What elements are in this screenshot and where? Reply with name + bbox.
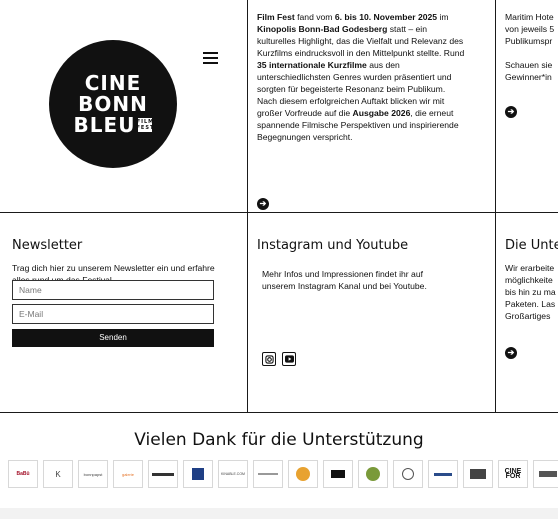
social-title: Instagram und Youtube — [257, 238, 409, 253]
hamburger-menu-button[interactable] — [200, 50, 218, 64]
sponsor-logo-3[interactable]: bonnpapst — [78, 460, 108, 488]
social-text: Mehr Infos und Impressionen findet ihr a… — [262, 269, 427, 291]
festival-text-1: Film Fest — [257, 12, 295, 22]
services-text: Wir erarbeite möglichkeite bis hin zu ma… — [505, 262, 558, 322]
sponsor-mark-8 — [258, 473, 278, 475]
sponsor-logo-9[interactable] — [288, 460, 318, 488]
hamburger-menu-icon — [203, 52, 218, 64]
award-line-5: Gewinner*in — [505, 72, 552, 82]
newsletter-title: Newsletter — [12, 238, 83, 253]
sponsor-logo-7[interactable]: KINABLE.COM — [218, 460, 248, 488]
services-line-5: Großartiges — [505, 311, 551, 321]
divider-vertical-2 — [495, 0, 496, 412]
send-button[interactable]: Senden — [12, 329, 214, 347]
services-line-4: Paketen. Las — [505, 299, 556, 309]
festival-text-7: 35 internationale Kurzfilme — [257, 60, 367, 70]
thanks-heading: Vielen Dank für die Unterstützung — [134, 430, 424, 450]
sponsor-mark-10 — [331, 470, 345, 478]
sponsor-logo-10[interactable] — [323, 460, 353, 488]
divider-vertical-1 — [247, 0, 248, 412]
sponsor-logo-4[interactable]: galerie — [113, 460, 143, 488]
cine-bonn-bleu-logo[interactable]: CINE BONN BLEU FILM FEST — [49, 40, 177, 168]
sponsor-label-15: CINE FOR — [504, 468, 522, 480]
logo-badge: FILM FEST — [136, 118, 155, 132]
sponsor-logo-15[interactable]: CINE FOR — [498, 460, 528, 488]
services-line-3: bis hin zu ma — [505, 287, 556, 297]
sponsor-mark-12 — [402, 468, 414, 480]
sponsor-mark-9 — [296, 467, 310, 481]
award-line-1: Maritim Hote — [505, 12, 554, 22]
logo-line-2: BONN — [78, 92, 148, 116]
sponsor-logo-12[interactable] — [393, 460, 423, 488]
logo-line-1: CINE — [84, 71, 142, 95]
sponsor-mark-5 — [152, 472, 174, 476]
award-line-3: Publikumspr — [505, 36, 553, 46]
sponsor-mark-13 — [434, 472, 452, 476]
sponsor-logo-11[interactable] — [358, 460, 388, 488]
bottom-scroll-area — [0, 508, 558, 519]
sponsor-label-4: galerie — [121, 471, 134, 477]
sponsor-label-3: bonnpapst — [83, 471, 103, 477]
instagram-icon[interactable] — [262, 352, 276, 366]
festival-text-4: im — [437, 12, 449, 22]
award-more-arrow-icon[interactable]: ➔ — [505, 106, 517, 118]
name-input[interactable] — [12, 280, 214, 300]
email-input[interactable] — [12, 304, 214, 324]
festival-text-9: Ausgabe 2026 — [352, 108, 411, 118]
sponsor-logo-13[interactable] — [428, 460, 458, 488]
festival-text-2: fand vom — [294, 12, 335, 22]
sponsor-mark-14 — [470, 469, 486, 479]
services-line-1: Wir erarbeite — [505, 263, 555, 273]
logo-line-3: BLEU FILM FEST — [73, 113, 155, 137]
sponsor-logos: BaBü K bonnpapst galerie KINABLE.COM CIN… — [8, 460, 558, 488]
award-line-4: Schauen sie — [505, 60, 553, 70]
sponsor-logo-8[interactable] — [253, 460, 283, 488]
sponsor-label-7: KINABLE.COM — [221, 471, 245, 476]
sponsor-mark-11 — [366, 467, 380, 481]
sponsor-mark-6 — [192, 468, 204, 480]
logo-line-3-text: BLEU — [73, 113, 136, 137]
sponsor-logo-5[interactable] — [148, 460, 178, 488]
sponsor-logo-1[interactable]: BaBü — [8, 460, 38, 488]
sponsor-logo-2[interactable]: K — [43, 460, 73, 488]
award-line-2: von jeweils 5 — [505, 24, 555, 34]
sponsor-label-1: BaBü — [16, 470, 30, 477]
services-title: Die Unte — [505, 238, 558, 253]
award-text: Maritim Hote von jeweils 5 Publikumspr S… — [505, 11, 558, 83]
sponsor-logo-6[interactable] — [183, 460, 213, 488]
divider-horizontal-top — [0, 212, 558, 213]
sponsor-logo-14[interactable] — [463, 460, 493, 488]
festival-more-arrow-icon[interactable]: ➔ — [257, 198, 269, 210]
sponsor-label-2: K — [55, 469, 61, 479]
sponsor-mark-16 — [539, 471, 557, 477]
services-line-2: möglichkeite — [505, 275, 553, 285]
services-more-arrow-icon[interactable]: ➔ — [505, 347, 517, 359]
youtube-icon[interactable] — [282, 352, 296, 366]
festival-text-3: 6. bis 10. November 2025 — [334, 12, 438, 22]
divider-horizontal-bottom — [0, 412, 558, 413]
festival-text-5: Kinopolis Bonn-Bad Godesberg — [257, 24, 388, 34]
sponsor-logo-16[interactable] — [533, 460, 558, 488]
festival-description: Film Fest fand vom 6. bis 10. November 2… — [257, 11, 467, 143]
